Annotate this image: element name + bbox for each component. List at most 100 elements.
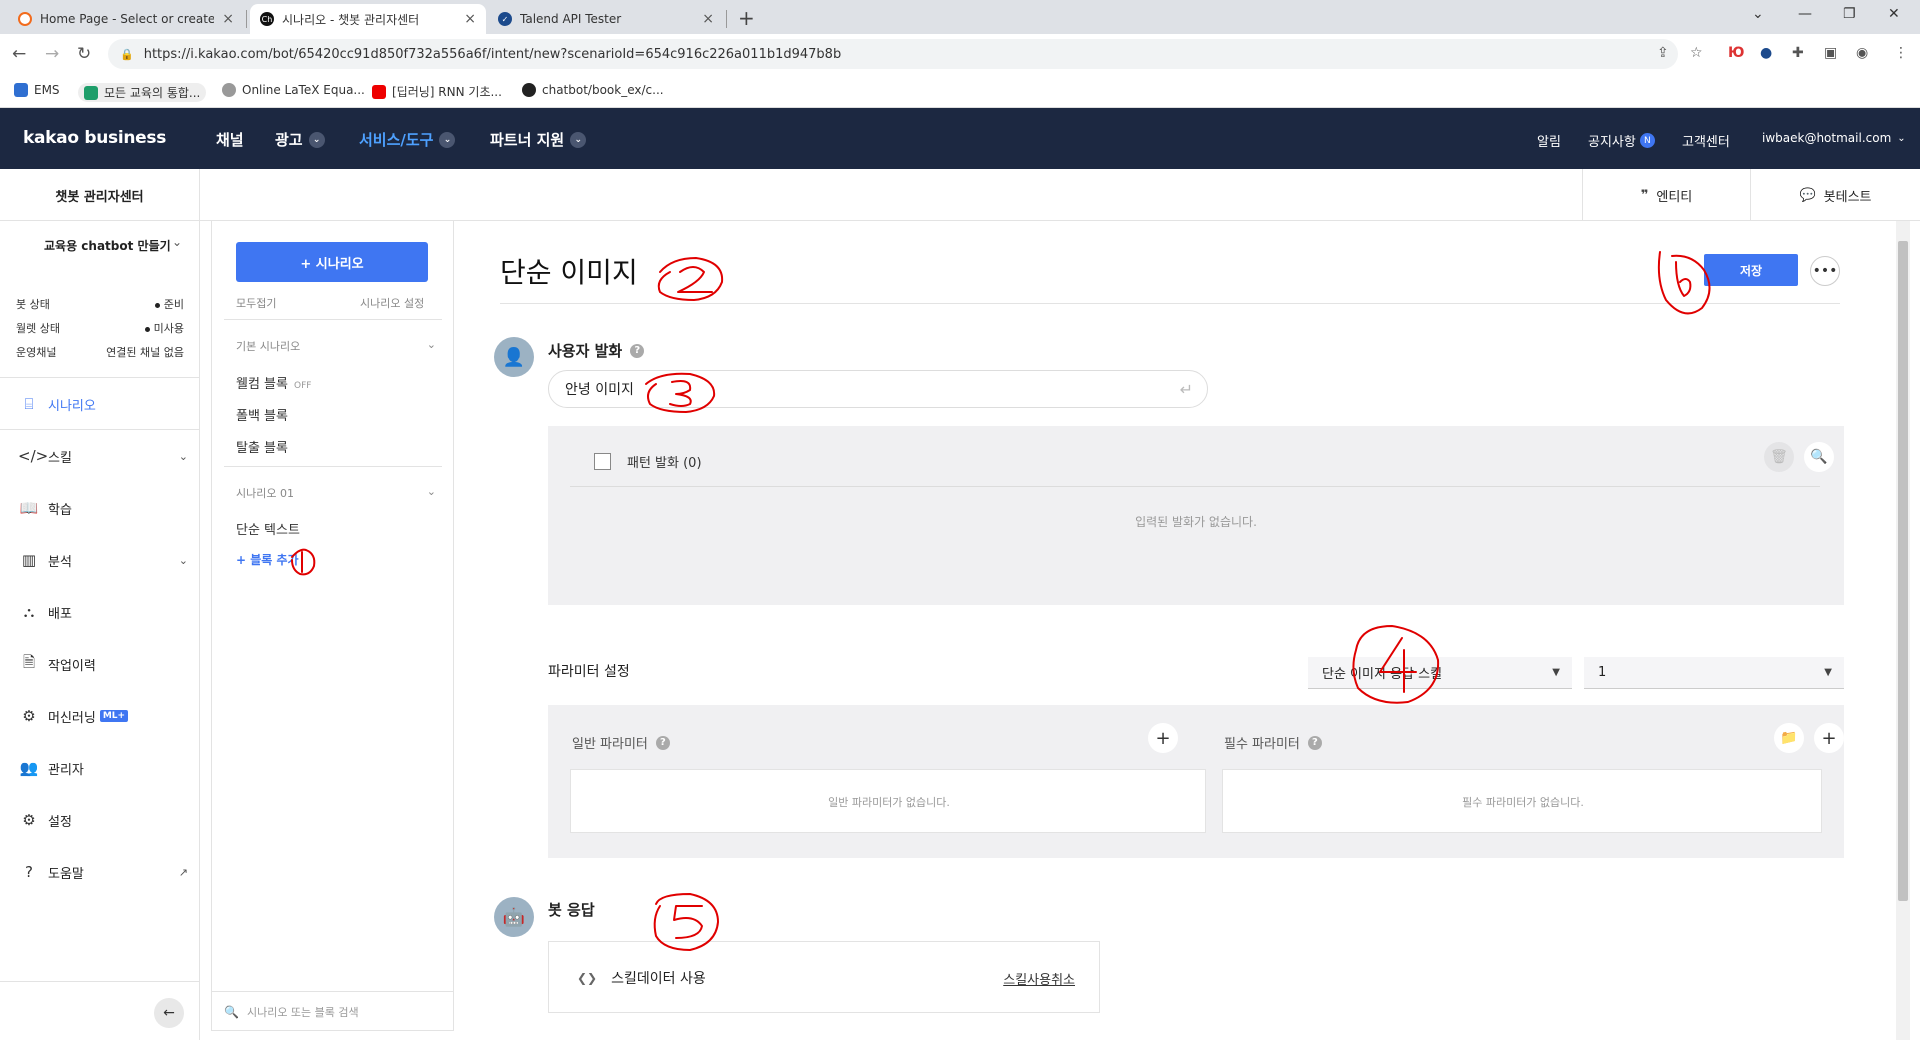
main-scrollbar[interactable] bbox=[1896, 221, 1910, 1040]
profile-avatar-icon[interactable]: ◉ bbox=[1856, 45, 1868, 61]
back-icon[interactable]: ← bbox=[12, 44, 26, 64]
sidebar-item-settings[interactable]: ⚙ 설정 bbox=[18, 808, 188, 832]
scenario-group-header[interactable]: 시나리오 01 ⌄ bbox=[236, 485, 436, 501]
bot-selector[interactable]: 교육용 chatbot 만들기 bbox=[44, 237, 171, 254]
help-icon[interactable]: ? bbox=[630, 343, 645, 358]
block-item-welcome[interactable]: 웰컴 블록 OFF bbox=[236, 373, 311, 392]
sidebar-item-learning[interactable]: 📖 학습 bbox=[18, 496, 188, 520]
nav-ads[interactable]: 광고 ⌄ bbox=[275, 129, 325, 150]
new-tab-icon[interactable]: + bbox=[738, 6, 755, 30]
scenario-group-header[interactable]: 기본 시나리오 ⌄ bbox=[236, 338, 436, 354]
help-icon[interactable]: ? bbox=[655, 735, 670, 750]
url-text: https://i.kakao.com/bot/65420cc91d850f73… bbox=[143, 46, 842, 62]
reload-icon[interactable]: ↻ bbox=[77, 44, 91, 64]
kakao-business-logo[interactable]: kakao business bbox=[23, 128, 166, 148]
users-icon: 👥 bbox=[19, 759, 39, 777]
nav-notice[interactable]: 공지사항 N bbox=[1588, 131, 1655, 150]
close-icon[interactable]: × bbox=[222, 11, 234, 27]
off-badge: OFF bbox=[293, 381, 312, 391]
utterance-input[interactable]: 안녕 이미지 ↵ bbox=[548, 370, 1208, 408]
check-extension-icon[interactable]: ● bbox=[1760, 45, 1772, 61]
block-item-exit[interactable]: 탈출 블록 bbox=[236, 437, 288, 456]
sidebar-item-deploy[interactable]: ⛬ 배포 bbox=[18, 600, 188, 624]
chevron-down-icon: ⌄ bbox=[426, 485, 436, 498]
url-bar[interactable]: 🔒 https://i.kakao.com/bot/65420cc91d850f… bbox=[108, 39, 1678, 69]
save-button[interactable]: 저장 bbox=[1704, 254, 1798, 286]
bookmark-star-icon[interactable]: ☆ bbox=[1690, 45, 1703, 61]
close-icon[interactable]: × bbox=[702, 11, 714, 27]
add-scenario-button[interactable]: + 시나리오 bbox=[236, 242, 428, 282]
tab-search-icon[interactable]: ⌄ bbox=[1752, 6, 1764, 22]
notice-new-badge: N bbox=[1639, 133, 1655, 148]
sidebar-item-skill[interactable]: </> 스킬 ⌄ bbox=[18, 444, 188, 468]
add-general-param-icon[interactable]: + bbox=[1148, 723, 1178, 753]
menu-kebab-icon[interactable]: ⋮ bbox=[1894, 45, 1908, 61]
extensions-puzzle-icon[interactable]: ✚ bbox=[1792, 45, 1804, 61]
account-menu[interactable]: iwbaek@hotmail.com ⌄ bbox=[1762, 131, 1906, 145]
sidebar-item-history[interactable]: 🗎 작업이력 bbox=[18, 652, 188, 676]
folder-icon[interactable]: 📁 bbox=[1774, 723, 1804, 753]
browser-tab-active[interactable]: Ch 시나리오 - 챗봇 관리자센터 × bbox=[250, 4, 486, 34]
general-param-list: 일반 파라미터가 없습니다. bbox=[570, 769, 1206, 833]
side-panel-icon[interactable]: ▣ bbox=[1824, 45, 1837, 61]
chevron-down-icon: ⌄ bbox=[439, 131, 456, 148]
add-block-link[interactable]: + 블록 추가 bbox=[236, 551, 299, 568]
gear-icon bbox=[222, 83, 236, 97]
nav-service-tools[interactable]: 서비스/도구 ⌄ bbox=[359, 129, 456, 150]
enter-icon[interactable]: ↵ bbox=[1180, 380, 1193, 399]
robot-icon: 🤖 bbox=[502, 906, 526, 928]
bookmark-item[interactable]: Online LaTeX Equa... bbox=[222, 83, 365, 97]
bookmark-item[interactable]: 모든 교육의 통합... bbox=[78, 83, 207, 102]
trash-icon[interactable]: 🗑 bbox=[1764, 442, 1794, 472]
sidebar-item-admin[interactable]: 👥 관리자 bbox=[18, 756, 188, 780]
chevron-down-icon[interactable]: ⌄ bbox=[172, 235, 182, 249]
close-icon[interactable]: × bbox=[464, 11, 476, 27]
browser-tab[interactable]: Home Page - Select or create a × bbox=[8, 4, 244, 34]
nav-channel[interactable]: 채널 bbox=[216, 129, 244, 150]
cancel-skill-link[interactable]: 스킬사용취소 bbox=[1003, 969, 1075, 988]
quote-icon: ❞ bbox=[1640, 187, 1649, 203]
browser-tab[interactable]: ✓ Talend API Tester × bbox=[488, 4, 724, 34]
scenario-icon: ⌸ bbox=[24, 395, 34, 413]
scrollbar-thumb[interactable] bbox=[1898, 241, 1908, 901]
pattern-checkbox[interactable] bbox=[594, 453, 611, 470]
bookmark-item[interactable]: [딥러닝] RNN 기초... bbox=[372, 83, 502, 100]
sidebar-item-analysis[interactable]: ▥ 분석 ⌄ bbox=[18, 548, 188, 572]
external-link-icon: ↗ bbox=[178, 865, 188, 879]
skill-select[interactable]: 단순 이미지 응답 스킬 ▼ bbox=[1308, 657, 1572, 689]
bookmark-item[interactable]: chatbot/book_ex/c... bbox=[522, 83, 664, 97]
forward-icon[interactable]: → bbox=[45, 44, 59, 64]
tab-bottest[interactable]: 💬 봇테스트 bbox=[1750, 169, 1920, 221]
block-item-simple-text[interactable]: 단순 텍스트 bbox=[236, 519, 300, 538]
nav-alarm[interactable]: 알림 bbox=[1537, 131, 1561, 150]
scenario-search[interactable]: 🔍 시나리오 또는 블록 검색 bbox=[212, 991, 453, 1031]
code-icon: </> bbox=[18, 447, 49, 465]
collapse-sidebar-button[interactable]: ← bbox=[154, 998, 184, 1028]
minimize-icon[interactable]: — bbox=[1798, 6, 1812, 22]
block-item-fallback[interactable]: 폴백 블록 bbox=[236, 405, 288, 424]
scenario-settings-link[interactable]: 시나리오 설정 bbox=[360, 295, 424, 311]
sidebar-item-scenario[interactable]: ⌸ 시나리오 bbox=[18, 392, 188, 416]
add-required-param-icon[interactable]: + bbox=[1814, 723, 1844, 753]
sidebar-item-ml[interactable]: ⚙ 머신러닝 ML+ bbox=[18, 704, 188, 728]
code-brackets-icon: ❮❯ bbox=[577, 971, 598, 985]
search-icon[interactable]: 🔍 bbox=[1804, 442, 1834, 472]
restore-icon[interactable]: ❐ bbox=[1843, 6, 1856, 22]
help-icon[interactable]: ? bbox=[1307, 735, 1322, 750]
user-utterance-label: 사용자 발화 ? bbox=[548, 340, 645, 361]
nav-support[interactable]: 고객센터 bbox=[1682, 131, 1730, 150]
collapse-all-link[interactable]: 모두접기 bbox=[236, 295, 276, 311]
profile-text-extension[interactable]: Ю bbox=[1728, 45, 1744, 61]
browser-tab-bar: Home Page - Select or create a × Ch 시나리오… bbox=[0, 0, 1920, 34]
sidebar-item-help[interactable]: ? 도움말 ↗ bbox=[18, 860, 188, 884]
orange-swirl-icon bbox=[18, 12, 32, 26]
close-window-icon[interactable]: ✕ bbox=[1888, 6, 1900, 22]
chatbot-favicon-icon: Ch bbox=[260, 12, 274, 26]
version-select[interactable]: 1 ▼ bbox=[1584, 657, 1844, 689]
tab-entity[interactable]: ❞ 엔티티 bbox=[1582, 169, 1750, 221]
bookmark-item[interactable]: EMS bbox=[14, 83, 60, 97]
more-options-button[interactable]: ••• bbox=[1810, 256, 1840, 286]
nav-partner-support[interactable]: 파트너 지원 ⌄ bbox=[490, 129, 587, 150]
block-title[interactable]: 단순 이미지 bbox=[500, 251, 638, 291]
share-icon[interactable]: ⇪ bbox=[1657, 45, 1669, 61]
